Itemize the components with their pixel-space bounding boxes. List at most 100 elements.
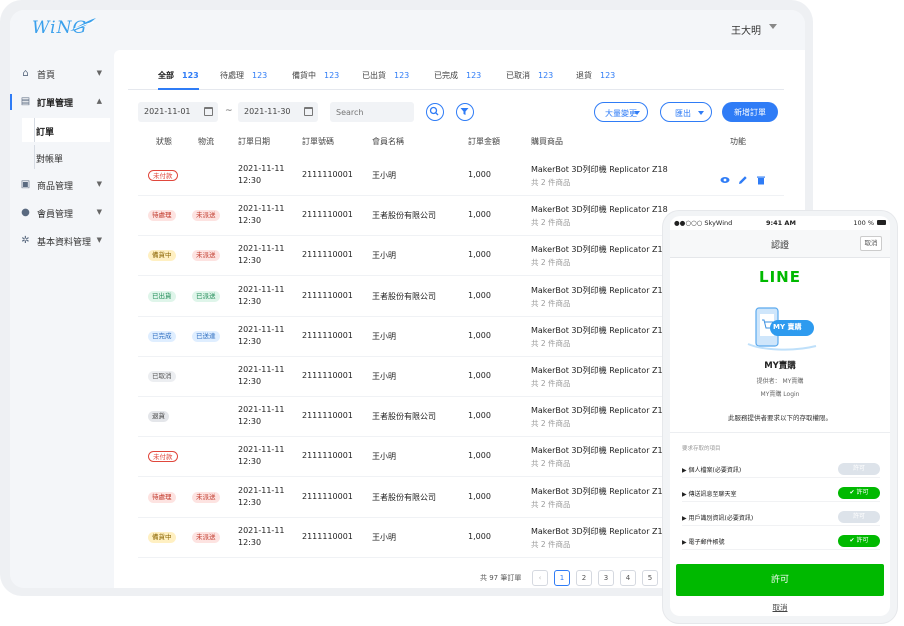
order-number[interactable]: 2111110001 — [302, 451, 353, 460]
sidebar-item-3[interactable]: ● 會員管理 ▼ — [10, 199, 110, 227]
tab-label: 已取消 — [506, 71, 530, 80]
sidebar: ⌂ 首頁 ▼ ▤ 訂單管理 ▲ ▣ 商品管理 ▼ ● 會員管理 ▼ ✲ 基本資料管理 ▼ 訂單 對帳單 — [10, 46, 110, 588]
tab-count: 123 — [324, 71, 340, 80]
chevron-down-icon[interactable]: ▼ — [97, 69, 102, 77]
tab-count: 123 — [466, 71, 482, 80]
calendar-icon[interactable] — [204, 107, 213, 116]
table-header: 狀態 物流 訂單日期 訂單號碼 會員名稱 訂單金額 購買商品 功能 — [138, 136, 784, 152]
allow-button[interactable]: 許可 — [676, 564, 884, 596]
table-row[interactable]: 未付款 2021-11-11 12:30 2111110001 王小明 1,000 Make… — [138, 156, 784, 196]
line-logo: LINE — [759, 268, 801, 286]
provider: 提供者： MY賣購 — [756, 378, 804, 385]
tab-count: 123 — [600, 71, 616, 80]
order-number[interactable]: 2111110001 — [302, 532, 353, 541]
column-header: 會員名稱 — [372, 137, 404, 146]
order-time: 12:30 — [238, 176, 262, 185]
permission-row[interactable]: ▶ 用戶識別資訊(必要資訊) 許可 — [682, 510, 880, 526]
permission-toggle[interactable]: ✔ 許可 — [838, 487, 880, 499]
order-amount: 1,000 — [468, 210, 491, 220]
battery-level: 100 % — [853, 219, 874, 227]
status-badge: 已出貨 — [148, 290, 176, 302]
order-amount: 1,000 — [468, 290, 491, 300]
tab-4[interactable]: 已完成 123 — [434, 70, 481, 90]
order-time: 12:30 — [238, 336, 262, 346]
cancel-link[interactable]: 取消 — [670, 602, 890, 613]
order-date: 2021-11-11 — [238, 485, 285, 495]
chevron-down-icon[interactable] — [769, 24, 777, 29]
chevron-down-icon[interactable]: ▼ — [97, 208, 102, 216]
page-button[interactable]: 1 — [554, 570, 570, 586]
user-name[interactable]: 王大明 — [731, 22, 761, 37]
tab-1[interactable]: 待處理 123 — [220, 70, 267, 90]
chevron-down-icon[interactable]: ▼ — [97, 236, 102, 244]
order-amount: 1,000 — [468, 330, 491, 340]
order-amount: 1,000 — [468, 451, 491, 461]
sidebar-item-label: 訂單管理 — [37, 99, 74, 109]
chevron-down-icon — [634, 111, 640, 115]
filter-button[interactable] — [456, 103, 474, 121]
order-quantity: 共 2 件商品 — [531, 499, 571, 509]
tab-6[interactable]: 退貨 123 — [576, 70, 615, 90]
order-number[interactable]: 2111110001 — [302, 291, 353, 300]
permission-toggle[interactable]: 許可 — [838, 511, 880, 523]
date-to-input[interactable]: 2021-11-30 — [238, 102, 318, 122]
bulk-change-label: 大量變更 — [605, 109, 637, 118]
trash-icon[interactable] — [756, 170, 766, 185]
search-input[interactable] — [330, 102, 414, 122]
permission-toggle[interactable]: 許可 — [838, 463, 880, 475]
phone-mockup: ●●○○○ SkyWind 9:41 AM 100 % 認證 取消 LINE M… — [663, 211, 897, 623]
logistics-badge: 未派送 — [192, 531, 220, 543]
sidebar-subitem-1[interactable]: 對帳單 — [22, 145, 110, 169]
date-from-value: 2021-11-01 — [144, 107, 191, 116]
order-date: 2021-11-11 — [238, 244, 285, 254]
permission-toggle[interactable]: ✔ 許可 — [838, 535, 880, 547]
order-number[interactable]: 2111110001 — [302, 210, 353, 219]
order-number[interactable]: 2111110001 — [302, 250, 353, 259]
sidebar-item-2[interactable]: ▣ 商品管理 ▼ — [10, 171, 110, 199]
permission-row[interactable]: ▶ 電子郵件帳號 ✔ 許可 — [682, 534, 880, 550]
sidebar-item-0[interactable]: ⌂ 首頁 ▼ — [10, 60, 110, 88]
date-from-input[interactable]: 2021-11-01 — [138, 102, 218, 122]
permission-row[interactable]: ▶ 傳送訊息至聊天室 ✔ 許可 — [682, 486, 880, 502]
page-button[interactable]: 4 — [620, 570, 636, 586]
order-number[interactable]: 2111110001 — [302, 411, 353, 420]
sidebar-item-4[interactable]: ✲ 基本資料管理 ▼ — [10, 227, 110, 255]
header-cancel-button[interactable]: 取消 — [860, 236, 882, 251]
sidebar-item-1[interactable]: ▤ 訂單管理 ▲ — [10, 88, 110, 116]
edit-icon[interactable] — [738, 170, 748, 184]
order-member: 王小明 — [372, 452, 396, 462]
page-button[interactable]: 3 — [598, 570, 614, 586]
view-icon[interactable] — [720, 170, 730, 183]
search-icon — [429, 106, 439, 116]
export-dropdown[interactable]: 匯出 — [660, 102, 712, 122]
prev-page-button[interactable]: ‹ — [532, 570, 548, 586]
calendar-icon[interactable] — [304, 107, 313, 116]
chevron-down-icon[interactable]: ▼ — [97, 180, 102, 188]
filter-bar: 2021-11-01 ~ 2021-11-30 大量變更 — [138, 102, 784, 122]
column-header: 購買商品 — [531, 137, 563, 146]
tab-2[interactable]: 備貨中 123 — [292, 70, 339, 90]
order-number[interactable]: 2111110001 — [302, 492, 353, 501]
order-quantity: 共 2 件商品 — [531, 379, 571, 388]
sidebar-subitem-0[interactable]: 訂單 — [22, 118, 110, 142]
wing-logo-icon — [70, 18, 96, 31]
tab-5[interactable]: 已取消 123 — [506, 70, 553, 90]
sidebar-subitem-label: 訂單 — [36, 128, 55, 138]
sidebar-subitem-label: 對帳單 — [36, 155, 64, 165]
tab-3[interactable]: 已出貨 123 — [362, 70, 409, 90]
page-button[interactable]: 2 — [576, 570, 592, 586]
search-button[interactable] — [426, 103, 444, 121]
page-button[interactable]: 5 — [642, 570, 658, 586]
order-number[interactable]: 2111110001 — [302, 170, 353, 179]
status-badge: 退貨 — [148, 411, 169, 423]
clock: 9:41 AM — [766, 219, 796, 227]
order-number[interactable]: 2111110001 — [302, 331, 353, 340]
tab-0[interactable]: 全部 123 — [158, 70, 199, 90]
order-number[interactable]: 2111110001 — [302, 371, 353, 380]
order-member: 王者股份有限公司 — [372, 492, 436, 502]
new-order-button[interactable]: 新增訂單 — [722, 102, 778, 122]
chevron-up-icon[interactable]: ▲ — [97, 97, 102, 105]
order-time: 12:30 — [238, 377, 262, 386]
bulk-change-dropdown[interactable]: 大量變更 — [594, 102, 648, 122]
permission-row[interactable]: ▶ 個人檔案(必要資訊) 許可 — [682, 462, 880, 478]
